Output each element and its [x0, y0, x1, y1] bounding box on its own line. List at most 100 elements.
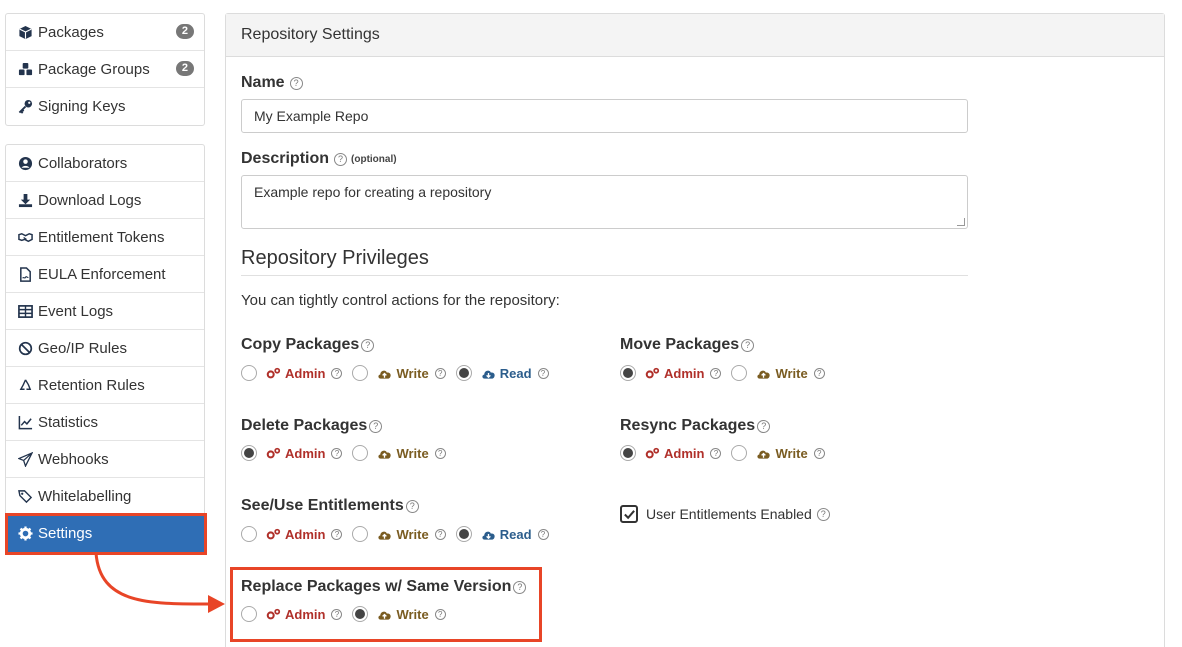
- resize-handle[interactable]: [957, 218, 965, 226]
- help-icon[interactable]: ?: [537, 528, 549, 540]
- move-write-radio[interactable]: [731, 365, 748, 381]
- tags-icon: [17, 488, 33, 504]
- help-icon[interactable]: ?: [816, 507, 830, 521]
- admin-label: Admin: [285, 606, 326, 622]
- sidebar-item-eula-enforcement[interactable]: EULA Enforcement: [6, 256, 204, 293]
- sidebar-group-settings: Collaborators Download Logs Entitlement …: [5, 144, 205, 553]
- help-icon[interactable]: ?: [710, 367, 722, 379]
- sidebar-item-download-logs[interactable]: Download Logs: [6, 182, 204, 219]
- recycle-icon: [17, 377, 33, 393]
- help-icon[interactable]: ?: [434, 447, 446, 459]
- sidebar-item-statistics[interactable]: Statistics: [6, 404, 204, 441]
- file-signature-icon: [17, 266, 33, 282]
- sidebar-item-entitlement-tokens[interactable]: Entitlement Tokens: [6, 219, 204, 256]
- replace-admin-radio[interactable]: [241, 606, 257, 622]
- entitlements-write-radio[interactable]: [352, 526, 369, 542]
- sidebar-item-signing-keys[interactable]: Signing Keys: [6, 88, 204, 125]
- sidebar-item-package-groups[interactable]: Package Groups 2: [6, 51, 204, 88]
- sidebar-item-whitelabelling[interactable]: Whitelabelling: [6, 478, 204, 515]
- check-icon: [623, 509, 635, 519]
- replace-packages-options: Admin? Write?: [241, 606, 456, 622]
- help-icon[interactable]: ?: [331, 447, 343, 459]
- count-badge: 2: [175, 61, 194, 76]
- entitlements-admin-radio[interactable]: [241, 526, 257, 542]
- help-icon[interactable]: ?: [813, 447, 825, 459]
- panel-title: Repository Settings: [226, 14, 1164, 57]
- cloud-upload-icon: [378, 531, 392, 540]
- help-icon[interactable]: ?: [434, 367, 446, 379]
- copy-packages-label: Copy Packages?: [241, 336, 375, 354]
- privileges-heading: Repository Privileges: [241, 247, 968, 276]
- replace-write-radio[interactable]: [352, 606, 369, 622]
- cogs-icon: [266, 367, 281, 378]
- sidebar-item-label: Retention Rules: [38, 376, 145, 394]
- help-icon[interactable]: ?: [361, 338, 375, 352]
- resync-write-radio[interactable]: [731, 445, 748, 461]
- admin-option: Admin?: [645, 366, 722, 381]
- admin-label: Admin: [285, 445, 326, 461]
- description-label-text: Description: [241, 150, 330, 167]
- delete-packages-label: Delete Packages?: [241, 417, 383, 435]
- sidebar-item-packages[interactable]: Packages 2: [6, 14, 204, 51]
- cloud-upload-icon: [378, 611, 392, 620]
- entitlements-read-radio[interactable]: [455, 526, 472, 542]
- user-entitlements-row: User Entitlements Enabled ?: [620, 505, 830, 523]
- delete-write-radio[interactable]: [352, 445, 369, 461]
- write-option: Write?: [756, 446, 825, 461]
- sidebar-item-label: Packages: [38, 23, 104, 41]
- sidebar-item-webhooks[interactable]: Webhooks: [6, 441, 204, 478]
- help-icon[interactable]: ?: [331, 608, 343, 620]
- user-entitlements-checkbox[interactable]: [620, 505, 638, 523]
- write-option: Write?: [377, 446, 446, 461]
- resync-admin-radio[interactable]: [620, 445, 636, 461]
- help-icon[interactable]: ?: [405, 499, 419, 513]
- replace-packages-label: Replace Packages w/ Same Version?: [241, 578, 527, 596]
- cloud-upload-icon: [378, 370, 392, 379]
- help-icon[interactable]: ?: [331, 528, 343, 540]
- read-label: Read: [499, 526, 532, 542]
- delete-admin-radio[interactable]: [241, 445, 257, 461]
- help-icon[interactable]: ?: [513, 580, 527, 594]
- copy-read-radio[interactable]: [455, 365, 472, 381]
- sidebar-item-collaborators[interactable]: Collaborators: [6, 145, 204, 182]
- description-label: Description ? (optional): [241, 150, 397, 168]
- replace-packages-text: Replace Packages w/ Same Version: [241, 578, 512, 595]
- copy-admin-radio[interactable]: [241, 365, 257, 381]
- sidebar-item-label: Download Logs: [38, 191, 142, 209]
- sidebar-item-label: Signing Keys: [38, 98, 126, 115]
- description-textarea[interactable]: Example repo for creating a repository: [241, 175, 968, 229]
- help-icon[interactable]: ?: [334, 152, 348, 166]
- resync-packages-options: Admin? Write?: [620, 445, 835, 461]
- write-label: Write: [396, 526, 429, 542]
- count-badge: 2: [175, 24, 194, 39]
- name-input[interactable]: My Example Repo: [241, 99, 968, 133]
- delete-packages-options: Admin? Write?: [241, 445, 456, 461]
- help-icon[interactable]: ?: [369, 419, 383, 433]
- help-icon[interactable]: ?: [813, 367, 825, 379]
- write-label: Write: [396, 365, 429, 381]
- help-icon[interactable]: ?: [757, 419, 771, 433]
- help-icon[interactable]: ?: [741, 338, 755, 352]
- help-icon[interactable]: ?: [434, 528, 446, 540]
- privileges-intro: You can tightly control actions for the …: [241, 292, 560, 309]
- cubes-icon: [17, 61, 33, 77]
- help-icon[interactable]: ?: [537, 367, 549, 379]
- move-admin-radio[interactable]: [620, 365, 636, 381]
- help-icon[interactable]: ?: [434, 608, 446, 620]
- copy-write-radio[interactable]: [352, 365, 369, 381]
- cloud-upload-icon: [757, 450, 771, 459]
- sidebar-item-label: Package Groups: [38, 60, 150, 78]
- help-icon[interactable]: ?: [710, 447, 722, 459]
- read-label: Read: [499, 365, 532, 381]
- sidebar-item-event-logs[interactable]: Event Logs: [6, 293, 204, 330]
- gear-icon: [17, 526, 33, 542]
- sidebar-item-retention-rules[interactable]: Retention Rules: [6, 367, 204, 404]
- sidebar-item-settings[interactable]: Settings: [6, 515, 204, 552]
- help-icon[interactable]: ?: [289, 76, 303, 90]
- sidebar-item-geo-ip-rules[interactable]: Geo/IP Rules: [6, 330, 204, 367]
- cloud-download-icon: [482, 370, 495, 379]
- write-label: Write: [396, 606, 429, 622]
- see-use-entitlements-label: See/Use Entitlements?: [241, 497, 419, 515]
- write-option: Write?: [377, 365, 446, 381]
- help-icon[interactable]: ?: [331, 367, 343, 379]
